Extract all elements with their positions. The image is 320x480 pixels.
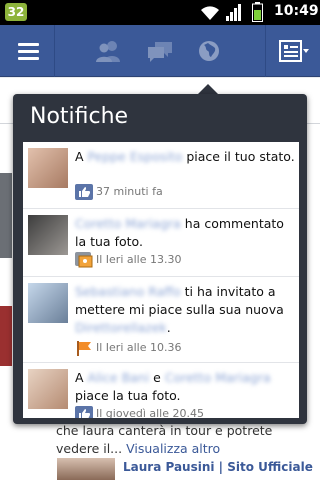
actor-name: Peppe Esposito	[87, 149, 183, 164]
panel-title: Notifiche	[30, 104, 129, 129]
notification-meta: 37 minuti fa	[75, 183, 163, 201]
text-part: e	[149, 370, 165, 385]
notifications-globe-icon[interactable]	[196, 39, 222, 63]
timestamp: Il giovedì alle 20.45	[96, 407, 204, 418]
avatar	[28, 148, 68, 188]
post-image[interactable]	[0, 173, 12, 258]
clock: 10:49	[274, 3, 319, 19]
actor-name: Coretto Mariagra	[75, 216, 181, 231]
notification-item[interactable]: A Alice Bani e Coretto Mariagra piace la…	[23, 363, 299, 418]
notification-text: Sebastiano Raffo ti ha invitato a metter…	[75, 283, 295, 337]
timestamp: 37 minuti fa	[96, 185, 163, 198]
notifications-panel: Notifiche A Peppe Esposito piace il tuo …	[13, 94, 307, 424]
like-icon	[75, 184, 93, 200]
pages-menu-icon	[279, 40, 309, 62]
signal-icon	[226, 4, 241, 21]
battery-icon	[252, 2, 263, 22]
notifications-list: A Peppe Esposito piace il tuo stato. 37 …	[23, 142, 299, 418]
flag-icon	[77, 341, 91, 356]
messages-icon[interactable]	[147, 39, 173, 63]
notification-meta: Il Ieri alle 10.36	[75, 339, 182, 357]
actor-name: Sebastiano Raffo	[75, 284, 181, 299]
page-name: Direttorellazek	[75, 320, 167, 335]
top-bar	[0, 25, 320, 77]
notification-meta: Il giovedì alle 20.45	[75, 405, 204, 418]
timestamp: Il Ieri alle 13.30	[96, 253, 182, 266]
text-part: A	[75, 370, 88, 385]
notification-text: Coretto Mariagra ha commentato la tua fo…	[75, 215, 295, 251]
actor-name: Alice Bani	[87, 370, 150, 385]
friend-requests-icon[interactable]	[95, 39, 121, 63]
see-more-link[interactable]: Visualizza altro	[126, 441, 220, 456]
wifi-icon	[201, 6, 219, 20]
post-text: che laura canterà in tour e potrete vede…	[56, 422, 316, 458]
avatar	[28, 369, 68, 409]
notification-meta: Il Ieri alle 13.30	[75, 251, 182, 269]
status-bar: 32 10:49	[0, 0, 320, 25]
menu-icon-line	[18, 57, 39, 60]
pages-menu-button[interactable]	[265, 25, 320, 77]
comment-photo-icon	[75, 252, 93, 268]
page-avatar[interactable]	[57, 458, 115, 480]
notification-badge: 32	[5, 3, 27, 21]
post-image[interactable]	[0, 306, 12, 366]
avatar	[28, 283, 68, 323]
actor-name: Coretto Mariagra	[164, 370, 271, 385]
text-part: piace la tua foto.	[75, 388, 181, 403]
notification-text: A Peppe Esposito piace il tuo stato.	[75, 148, 295, 166]
notification-item[interactable]: Sebastiano Raffo ti ha invitato a metter…	[23, 277, 299, 363]
text-part: piace il tuo stato.	[182, 149, 295, 164]
avatar	[28, 215, 68, 255]
page-name-link[interactable]: Laura Pausini | Sito Ufficiale	[123, 460, 313, 474]
notification-item[interactable]: Coretto Mariagra ha commentato la tua fo…	[23, 209, 299, 277]
menu-icon-line	[18, 50, 39, 53]
timestamp: Il Ieri alle 10.36	[96, 341, 182, 354]
notification-text: A Alice Bani e Coretto Mariagra piace la…	[75, 369, 295, 405]
notification-item[interactable]: A Peppe Esposito piace il tuo stato. 37 …	[23, 142, 299, 209]
like-icon	[75, 406, 93, 418]
menu-button[interactable]	[0, 25, 55, 77]
text-part: A	[75, 149, 88, 164]
menu-icon-line	[18, 43, 39, 46]
text-part: .	[166, 320, 171, 335]
